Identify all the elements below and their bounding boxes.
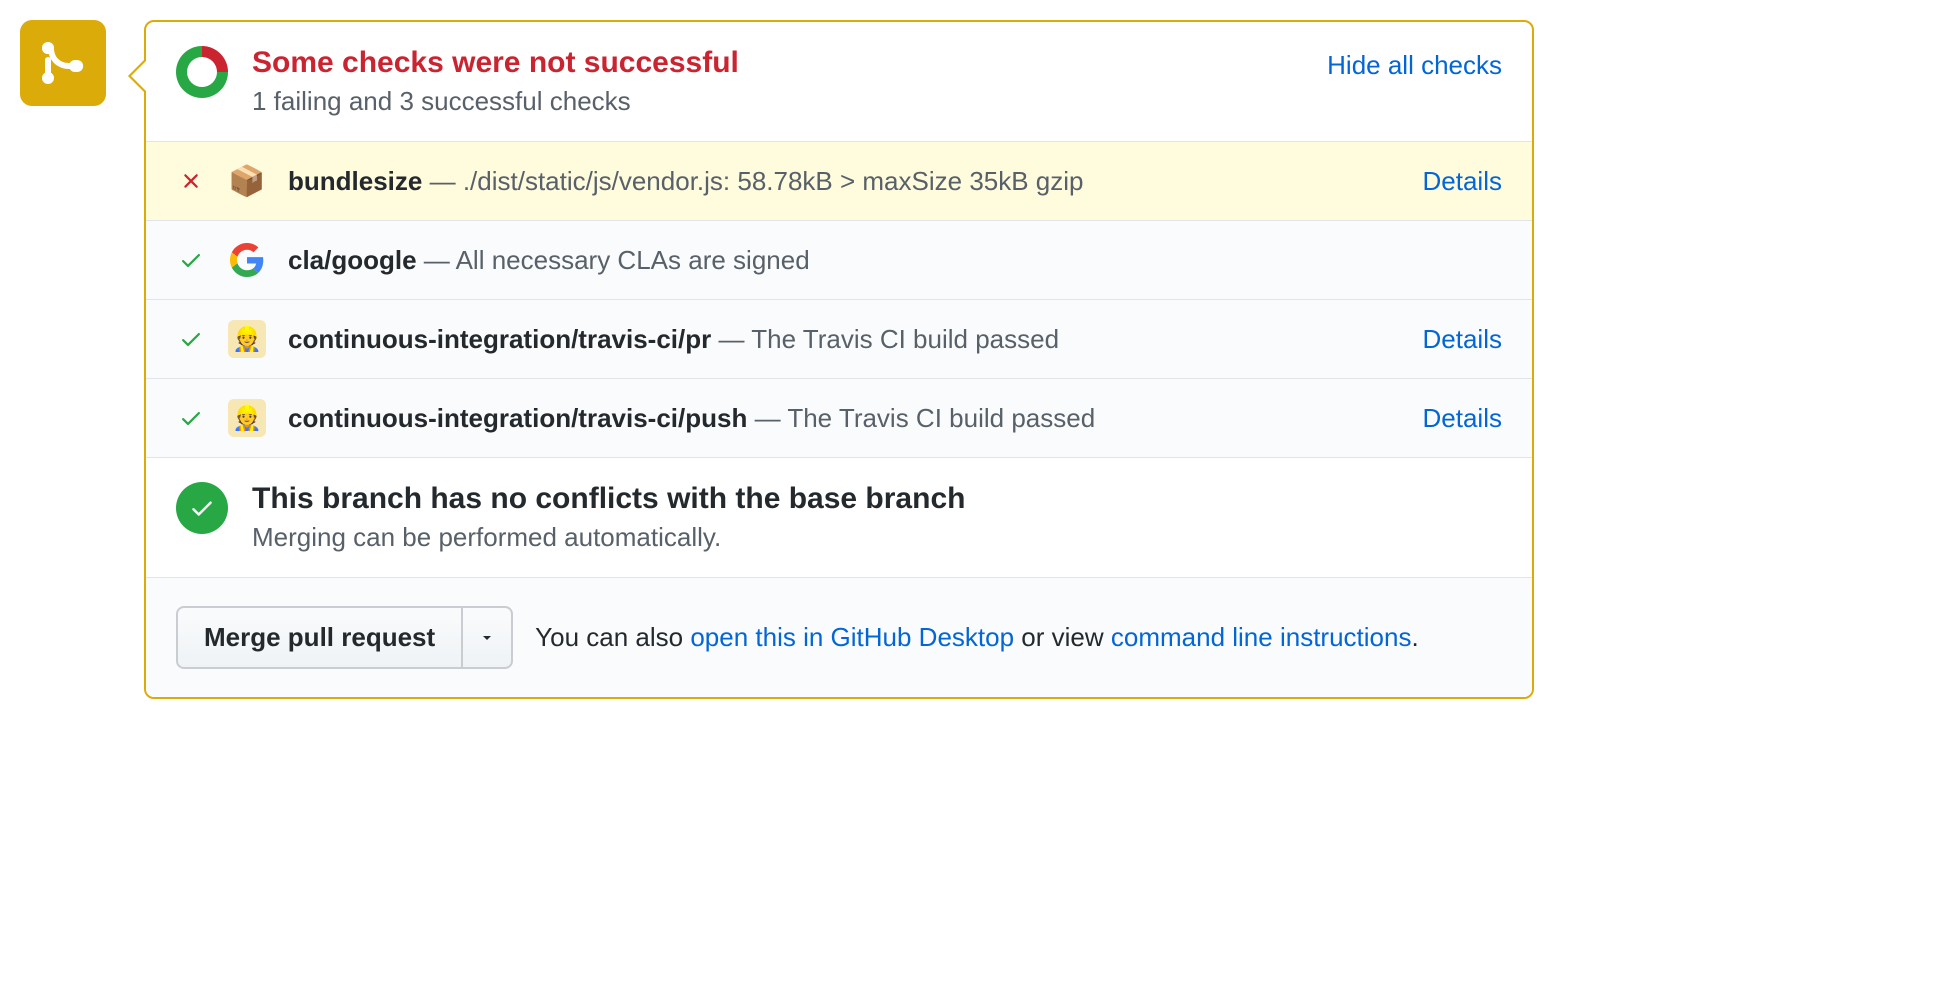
open-github-desktop-link[interactable]: open this in GitHub Desktop (690, 622, 1014, 652)
package-icon: 📦 (228, 162, 266, 200)
check-row: cla/google — All necessary CLAs are sign… (146, 221, 1532, 300)
travis-ci-icon: 👷 (228, 320, 266, 358)
merge-help-text: You can also open this in GitHub Desktop… (535, 622, 1419, 653)
success-circle-icon (176, 482, 228, 534)
status-donut-icon (176, 46, 228, 98)
google-icon (228, 241, 266, 279)
x-icon (176, 169, 206, 193)
check-name: continuous-integration/travis-ci/push (288, 403, 747, 433)
merge-status-title: This branch has no conflicts with the ba… (252, 482, 965, 516)
check-details-link[interactable]: Details (1423, 324, 1502, 355)
merge-conflict-status: This branch has no conflicts with the ba… (146, 458, 1532, 578)
check-name: continuous-integration/travis-ci/pr (288, 324, 711, 354)
merge-box: Some checks were not successful 1 failin… (144, 20, 1534, 699)
check-details-link[interactable]: Details (1423, 166, 1502, 197)
travis-ci-icon: 👷 (228, 399, 266, 437)
check-description: continuous-integration/travis-ci/pr — Th… (288, 324, 1407, 355)
check-row: 👷 continuous-integration/travis-ci/pr — T… (146, 300, 1532, 379)
text: . (1411, 622, 1418, 652)
check-icon (176, 327, 206, 351)
hide-all-checks-link[interactable]: Hide all checks (1327, 50, 1502, 81)
text: You can also (535, 622, 690, 652)
text: or view (1014, 622, 1111, 652)
check-icon (176, 406, 206, 430)
check-description: cla/google — All necessary CLAs are sign… (288, 245, 1502, 276)
check-description: continuous-integration/travis-ci/push — … (288, 403, 1407, 434)
merge-pull-request-button[interactable]: Merge pull request (176, 606, 461, 669)
checks-title: Some checks were not successful (252, 46, 1311, 80)
command-line-instructions-link[interactable]: command line instructions (1111, 622, 1412, 652)
check-description: bundlesize — ./dist/static/js/vendor.js:… (288, 166, 1407, 197)
check-details-link[interactable]: Details (1423, 403, 1502, 434)
check-row: 👷 continuous-integration/travis-ci/push —… (146, 379, 1532, 458)
check-icon (176, 248, 206, 272)
caret-down-icon (479, 630, 495, 646)
check-row: 📦 bundlesize — ./dist/static/js/vendor.js… (146, 142, 1532, 221)
merge-options-dropdown[interactable] (461, 606, 513, 669)
checks-summary: Some checks were not successful 1 failin… (146, 22, 1532, 142)
merge-status-subtitle: Merging can be performed automatically. (252, 522, 965, 553)
git-merge-badge (20, 20, 106, 106)
checks-subtitle: 1 failing and 3 successful checks (252, 86, 1311, 117)
merge-actions: Merge pull request You can also open thi… (146, 578, 1532, 697)
check-name: cla/google (288, 245, 417, 275)
check-name: bundlesize (288, 166, 422, 196)
git-merge-icon (39, 39, 87, 87)
